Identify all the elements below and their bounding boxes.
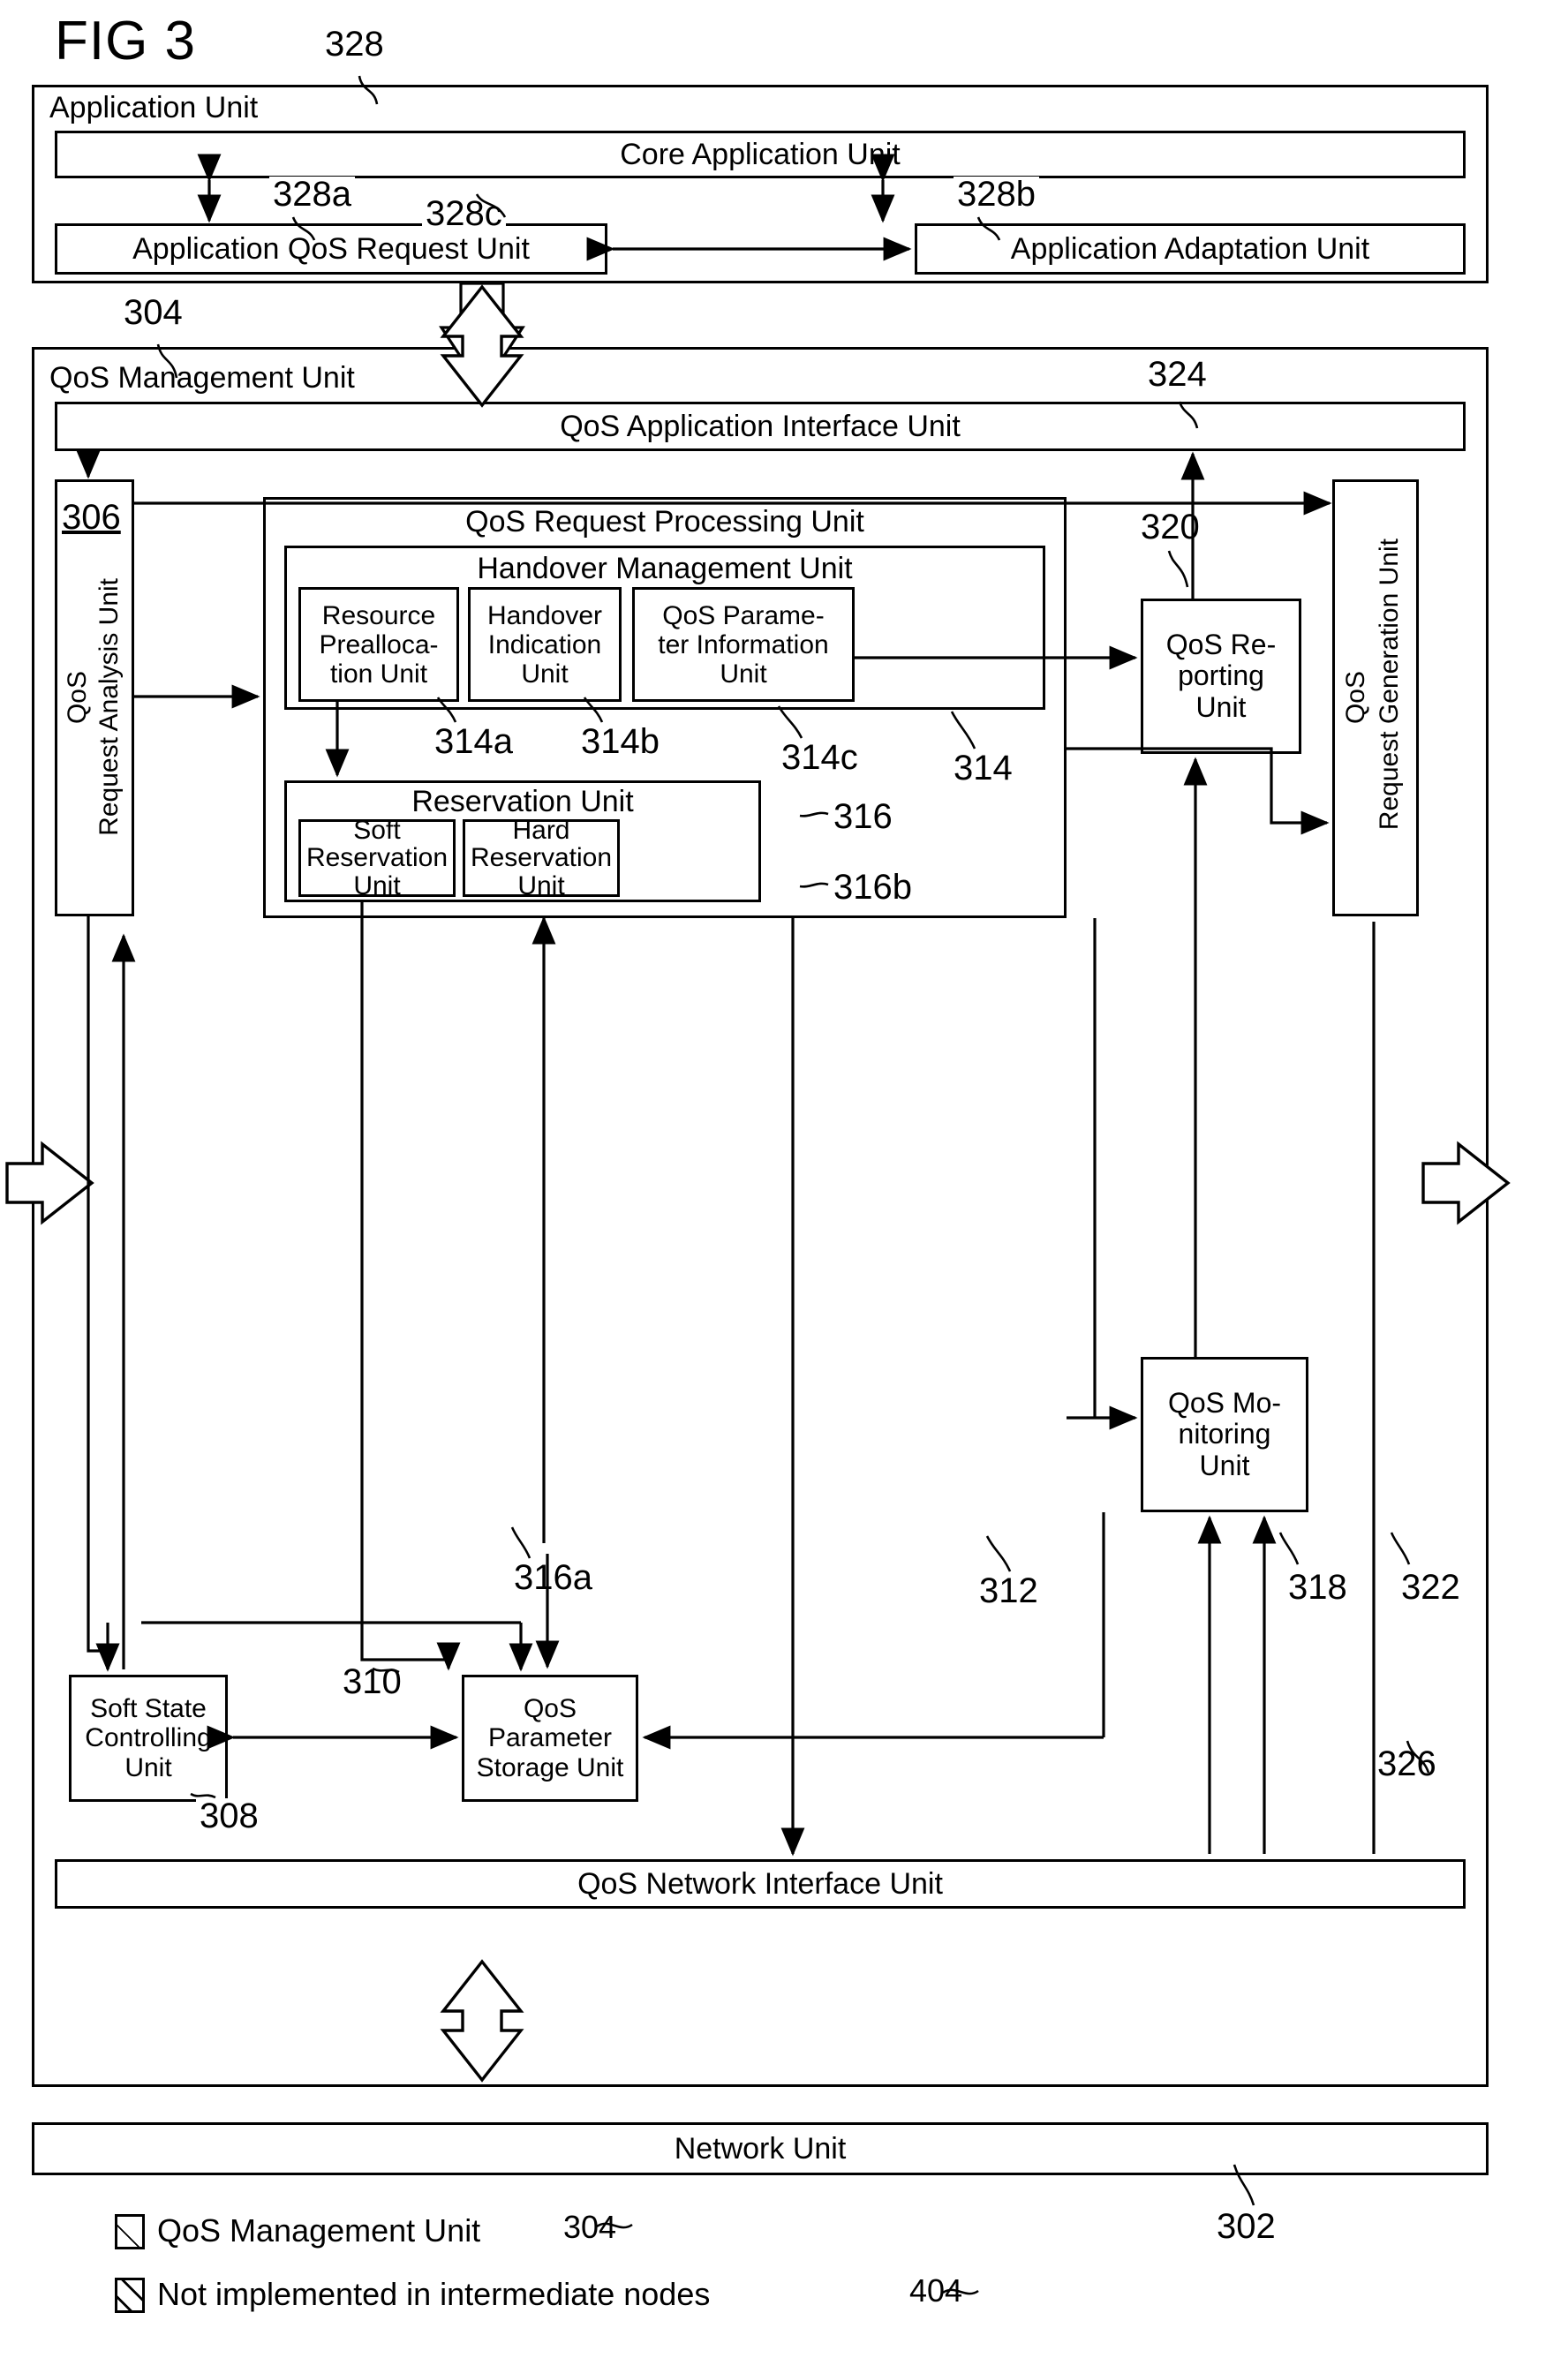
qos-request-generation-unit-label-main: Request Generation Unit bbox=[1375, 539, 1404, 831]
ref-306: 306 bbox=[62, 498, 121, 537]
qos-reporting-unit: QoS Re- porting Unit bbox=[1141, 599, 1301, 754]
qos-network-interface-unit-label: QoS Network Interface Unit bbox=[577, 1866, 943, 1901]
ref-312: 312 bbox=[976, 1573, 1042, 1608]
ref-318: 318 bbox=[1285, 1570, 1351, 1605]
qos-request-analysis-unit-label-main: Request Analysis Unit bbox=[94, 578, 124, 836]
qos-monitoring-unit: QoS Mo- nitoring Unit bbox=[1141, 1357, 1308, 1512]
qos-request-generation-unit-label-qos: QoS bbox=[1341, 671, 1370, 725]
ref-314: 314 bbox=[954, 749, 1013, 787]
soft-state-controlling-unit-line1: Soft State bbox=[90, 1693, 207, 1723]
ref-302: 302 bbox=[1217, 2207, 1276, 2246]
application-adaptation-unit: Application Adaptation Unit bbox=[915, 223, 1466, 275]
ref-310: 310 bbox=[339, 1664, 405, 1699]
qos-monitoring-unit-line1: QoS Mo- bbox=[1167, 1387, 1282, 1420]
soft-reservation-unit: Soft Reservation Unit bbox=[298, 815, 456, 900]
hard-reservation-unit-line2: Reservation bbox=[470, 843, 613, 873]
soft-reservation-unit-line1: Soft bbox=[353, 815, 401, 845]
handover-indication-unit: Handover Indication Unit bbox=[468, 587, 622, 702]
application-unit-title: Application Unit bbox=[46, 92, 262, 124]
legend-ref-404: 404 bbox=[909, 2272, 963, 2309]
qos-parameter-information-unit-line3: Unit bbox=[716, 659, 771, 689]
soft-state-controlling-unit: Soft State Controlling Unit bbox=[69, 1675, 228, 1802]
soft-reservation-unit-line3: Unit bbox=[353, 870, 401, 900]
figure-label: FIG 3 bbox=[55, 11, 197, 72]
ref-314a: 314a bbox=[434, 722, 513, 761]
ref-316: 316 bbox=[833, 797, 893, 836]
core-application-unit: Core Application Unit bbox=[55, 131, 1466, 178]
reservation-unit-label: Reservation Unit bbox=[411, 785, 634, 818]
soft-reservation-unit-line2: Reservation bbox=[305, 843, 449, 873]
soft-state-controlling-unit-line2: Controlling bbox=[85, 1723, 212, 1753]
resource-preallocation-unit-line2: Prealloca- bbox=[319, 629, 439, 659]
handover-indication-unit-line3: Unit bbox=[517, 659, 572, 689]
ref-316a: 316a bbox=[510, 1560, 596, 1595]
qos-application-interface-unit-label: QoS Application Interface Unit bbox=[560, 409, 961, 443]
ref-328: 328 bbox=[325, 25, 384, 64]
application-qos-request-unit-label: Application QoS Request Unit bbox=[132, 231, 530, 266]
qos-reporting-unit-line2: porting bbox=[1178, 659, 1264, 692]
qos-monitoring-unit-line3: Unit bbox=[1199, 1449, 1250, 1481]
core-application-unit-label: Core Application Unit bbox=[620, 137, 901, 171]
ref-326: 326 bbox=[1374, 1746, 1440, 1782]
resource-preallocation-unit-line3: tion Unit bbox=[329, 659, 428, 689]
hard-reservation-unit-line1: Hard bbox=[512, 815, 570, 845]
application-qos-request-unit: Application QoS Request Unit bbox=[55, 223, 607, 275]
qos-management-unit-title: QoS Management Unit bbox=[46, 362, 358, 395]
network-unit: Network Unit bbox=[32, 2122, 1489, 2175]
qos-parameter-information-unit-line1: QoS Parame- bbox=[659, 600, 828, 630]
ref-322: 322 bbox=[1398, 1570, 1464, 1605]
resource-preallocation-unit: Resource Prealloca- tion Unit bbox=[298, 587, 459, 702]
hard-reservation-unit: Hard Reservation Unit bbox=[463, 815, 620, 900]
qos-parameter-information-unit-line2: ter Information bbox=[654, 629, 833, 659]
application-adaptation-unit-label: Application Adaptation Unit bbox=[1010, 231, 1370, 266]
ref-314c: 314c bbox=[781, 738, 858, 777]
legend-swatch-not-implemented bbox=[115, 2278, 145, 2313]
legend-label-qos-management-unit: QoS Management Unit bbox=[157, 2212, 481, 2249]
qos-request-processing-unit-label: QoS Request Processing Unit bbox=[465, 505, 864, 539]
handover-indication-unit-line1: Handover bbox=[483, 600, 607, 630]
handover-management-unit-label: Handover Management Unit bbox=[477, 552, 853, 585]
soft-state-controlling-unit-line3: Unit bbox=[124, 1752, 172, 1782]
qos-request-analysis-unit-label-qos: QoS bbox=[63, 671, 92, 725]
qos-parameter-storage-unit-line1: QoS bbox=[523, 1693, 577, 1723]
hard-reservation-unit-line3: Unit bbox=[517, 870, 565, 900]
patent-figure-page: FIG 3 328 Application Unit Core Applicat… bbox=[0, 0, 1568, 2358]
legend-ref-304: 304 bbox=[563, 2209, 617, 2245]
qos-application-interface-unit: QoS Application Interface Unit bbox=[55, 402, 1466, 451]
network-unit-label: Network Unit bbox=[674, 2131, 847, 2166]
ref-328a: 328a bbox=[269, 177, 355, 212]
ref-314b: 314b bbox=[581, 722, 660, 761]
qos-parameter-storage-unit-line2: Parameter bbox=[487, 1723, 613, 1753]
qos-parameter-storage-unit: QoS Parameter Storage Unit bbox=[462, 1675, 638, 1802]
ref-308: 308 bbox=[196, 1798, 262, 1834]
qos-reporting-unit-line1: QoS Re- bbox=[1165, 629, 1277, 661]
legend-swatch-qos-management-unit bbox=[115, 2214, 145, 2249]
ref-328b: 328b bbox=[954, 177, 1039, 212]
ref-316b: 316b bbox=[833, 868, 912, 907]
qos-reporting-unit-line3: Unit bbox=[1195, 690, 1247, 723]
handover-indication-unit-line2: Indication bbox=[484, 629, 606, 659]
qos-parameter-information-unit: QoS Parame- ter Information Unit bbox=[632, 587, 855, 702]
resource-preallocation-unit-line1: Resource bbox=[321, 600, 436, 630]
legend-label-not-implemented: Not implemented in intermediate nodes bbox=[157, 2276, 711, 2312]
ref-328c: 328c bbox=[422, 196, 506, 231]
qos-network-interface-unit: QoS Network Interface Unit bbox=[55, 1859, 1466, 1909]
ref-320: 320 bbox=[1137, 509, 1203, 545]
qos-parameter-storage-unit-line3: Storage Unit bbox=[476, 1752, 624, 1782]
qos-monitoring-unit-line2: nitoring bbox=[1178, 1418, 1271, 1450]
ref-324: 324 bbox=[1144, 357, 1210, 392]
ref-304: 304 bbox=[124, 293, 183, 332]
